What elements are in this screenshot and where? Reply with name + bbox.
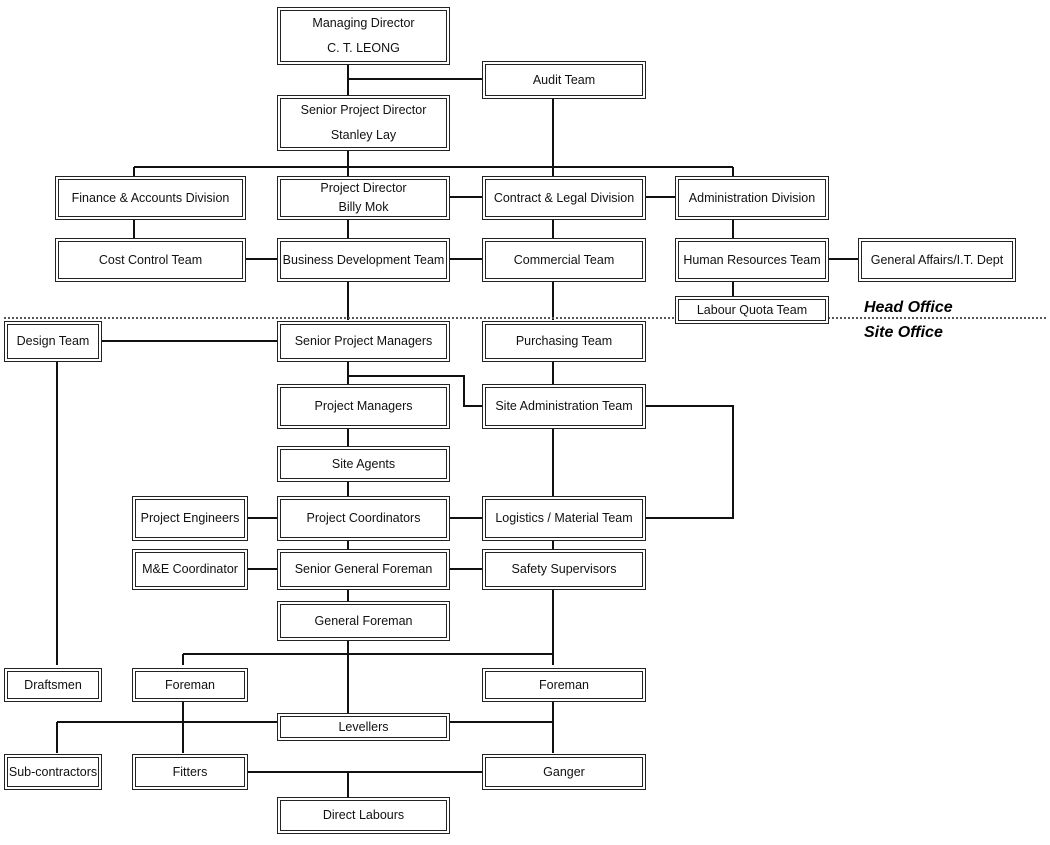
node-title: Logistics / Material Team	[495, 511, 633, 526]
head-site-divider	[4, 317, 1046, 319]
node-title: Commercial Team	[513, 252, 615, 267]
node-commercial[interactable]: Commercial Team	[482, 238, 646, 282]
site-office-label: Site Office	[864, 324, 943, 341]
connector	[347, 540, 554, 549]
node-title: Purchasing Team	[515, 334, 613, 349]
node-person: Stanley Lay	[330, 128, 397, 142]
node-title: Finance & Accounts Division	[71, 190, 230, 205]
connector	[133, 219, 734, 238]
node-sub-contractors[interactable]: Sub-contractors	[4, 754, 102, 790]
node-title: General Affairs/I.T. Dept	[870, 252, 1004, 267]
node-title: Direct Labours	[322, 808, 405, 823]
node-title: Senior Project Managers	[294, 334, 433, 349]
node-purchasing[interactable]: Purchasing Team	[482, 321, 646, 362]
node-audit-team[interactable]: Audit Team	[482, 61, 646, 99]
node-title: Foreman	[164, 677, 216, 692]
node-general-foreman[interactable]: General Foreman	[277, 601, 450, 641]
node-project-director[interactable]: Project Director Billy Mok	[277, 176, 450, 220]
node-finance-accounts[interactable]: Finance & Accounts Division	[55, 176, 246, 220]
node-draftsmen[interactable]: Draftsmen	[4, 668, 102, 702]
node-project-managers[interactable]: Project Managers	[277, 384, 450, 429]
node-title: Levellers	[338, 719, 389, 734]
node-cost-control[interactable]: Cost Control Team	[55, 238, 246, 282]
node-business-development[interactable]: Business Development Team	[277, 238, 450, 282]
node-site-agents[interactable]: Site Agents	[277, 446, 450, 482]
node-senior-project-managers[interactable]: Senior Project Managers	[277, 321, 450, 362]
node-me-coordinator[interactable]: M&E Coordinator	[132, 549, 248, 590]
node-fitters[interactable]: Fitters	[132, 754, 248, 790]
node-title: Project Managers	[314, 399, 413, 414]
node-title: Senior General Foreman	[294, 562, 433, 577]
head-office-label: Head Office	[864, 299, 953, 316]
node-direct-labours[interactable]: Direct Labours	[277, 797, 450, 834]
node-title: Project Coordinators	[306, 511, 421, 526]
connector	[133, 150, 734, 176]
node-title: Draftsmen	[24, 677, 82, 692]
node-title: Human Resources Team	[683, 252, 821, 267]
node-title: Project Director	[320, 181, 407, 196]
node-labour-quota[interactable]: Labour Quota Team	[675, 296, 829, 324]
node-foreman-right[interactable]: Foreman	[482, 668, 646, 702]
node-title: Site Agents	[331, 456, 396, 471]
node-title: Cost Control Team	[98, 252, 203, 267]
node-title: Labour Quota Team	[696, 302, 808, 317]
node-human-resources[interactable]: Human Resources Team	[675, 238, 829, 282]
node-ganger[interactable]: Ganger	[482, 754, 646, 790]
node-title: General Foreman	[314, 613, 413, 628]
node-senior-general-foreman[interactable]: Senior General Foreman	[277, 549, 450, 590]
node-title: Administration Division	[688, 190, 816, 205]
node-project-coordinators[interactable]: Project Coordinators	[277, 496, 450, 541]
node-logistics-material[interactable]: Logistics / Material Team	[482, 496, 646, 541]
node-title: Safety Supervisors	[511, 562, 617, 577]
node-project-engineers[interactable]: Project Engineers	[132, 496, 248, 541]
connector	[644, 405, 734, 519]
node-title: Design Team	[16, 334, 90, 349]
node-title: Site Administration Team	[495, 399, 633, 414]
node-title: Managing Director	[312, 16, 415, 31]
node-title: Audit Team	[532, 72, 596, 87]
node-title: Sub-contractors	[8, 764, 98, 779]
node-person: C. T. LEONG	[327, 41, 400, 55]
node-title: Ganger	[543, 764, 585, 779]
node-title: M&E Coordinator	[142, 562, 238, 577]
connector	[246, 771, 484, 797]
node-administration[interactable]: Administration Division	[675, 176, 829, 220]
node-general-affairs-it[interactable]: General Affairs/I.T. Dept	[858, 238, 1016, 282]
node-senior-project-director[interactable]: Senior Project Director Stanley Lay	[277, 95, 450, 151]
node-title: Contract & Legal Division	[493, 190, 635, 205]
node-person: Billy Mok	[338, 200, 389, 214]
node-site-administration[interactable]: Site Administration Team	[482, 384, 646, 429]
node-design-team[interactable]: Design Team	[4, 321, 102, 362]
node-levellers[interactable]: Levellers	[277, 713, 450, 741]
connector	[347, 65, 484, 96]
node-title: Fitters	[172, 764, 208, 779]
node-title: Business Development Team	[282, 252, 445, 267]
node-safety-supervisors[interactable]: Safety Supervisors	[482, 549, 646, 590]
node-title: Senior Project Director	[300, 103, 427, 118]
node-title: Project Engineers	[140, 511, 240, 526]
node-contract-legal[interactable]: Contract & Legal Division	[482, 176, 646, 220]
node-foreman-left[interactable]: Foreman	[132, 668, 248, 702]
node-managing-director[interactable]: Managing Director C. T. LEONG	[277, 7, 450, 65]
node-title: Foreman	[538, 677, 590, 692]
